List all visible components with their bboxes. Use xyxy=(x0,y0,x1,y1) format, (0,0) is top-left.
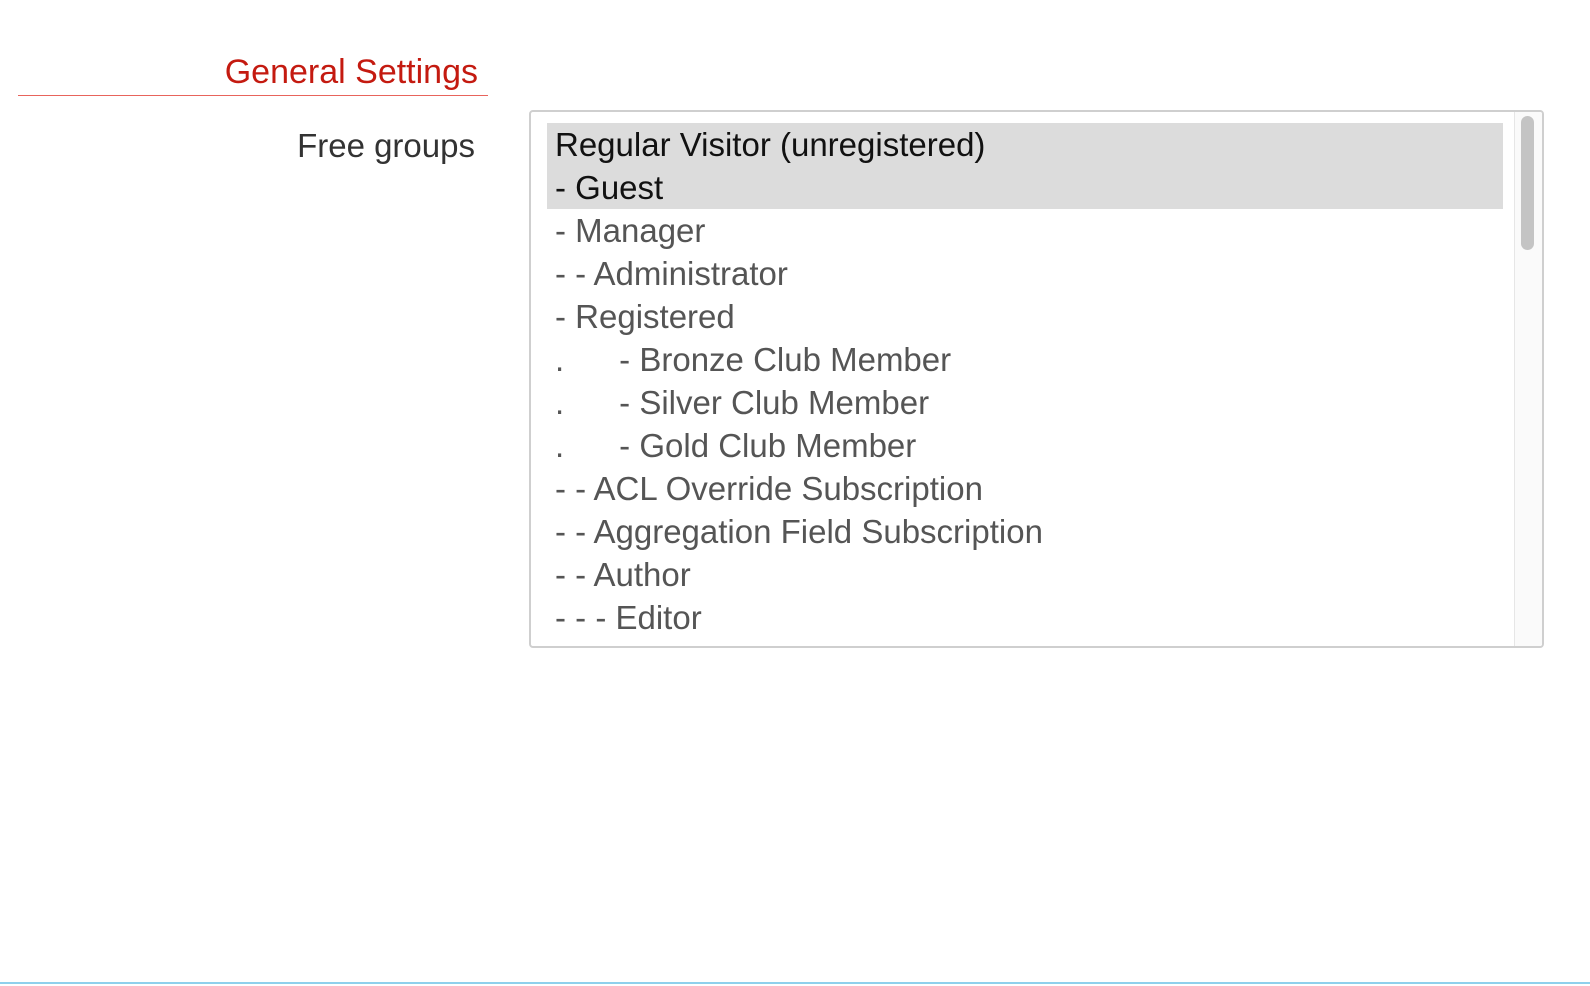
section-divider xyxy=(18,95,488,96)
bottom-divider xyxy=(0,982,1590,984)
group-option[interactable]: - - - Editor xyxy=(547,596,1503,639)
group-option[interactable]: - - Aggregation Field Subscription xyxy=(547,510,1503,553)
group-option[interactable]: Regular Visitor (unregistered) xyxy=(547,123,1503,166)
section-title: General Settings xyxy=(224,53,478,91)
scrollbar-thumb[interactable] xyxy=(1521,116,1534,250)
group-option[interactable]: - Registered xyxy=(547,295,1503,338)
group-option[interactable]: . - Silver Club Member xyxy=(547,381,1503,424)
group-option[interactable]: - - Author xyxy=(547,553,1503,596)
listbox-scrollbar[interactable] xyxy=(1514,112,1542,646)
group-option[interactable]: - - ACL Override Subscription xyxy=(547,467,1503,510)
group-option[interactable]: - - Administrator xyxy=(547,252,1503,295)
group-option[interactable]: - Manager xyxy=(547,209,1503,252)
settings-page: General Settings Free groups Regular Vis… xyxy=(0,0,1590,986)
free-groups-options: Regular Visitor (unregistered) - Guest -… xyxy=(547,123,1503,639)
group-option[interactable]: - Guest xyxy=(547,166,1503,209)
free-groups-listbox[interactable]: Regular Visitor (unregistered) - Guest -… xyxy=(529,110,1544,648)
group-option[interactable]: . - Gold Club Member xyxy=(547,424,1503,467)
free-groups-label: Free groups xyxy=(297,127,475,164)
group-option[interactable]: . - Bronze Club Member xyxy=(547,338,1503,381)
